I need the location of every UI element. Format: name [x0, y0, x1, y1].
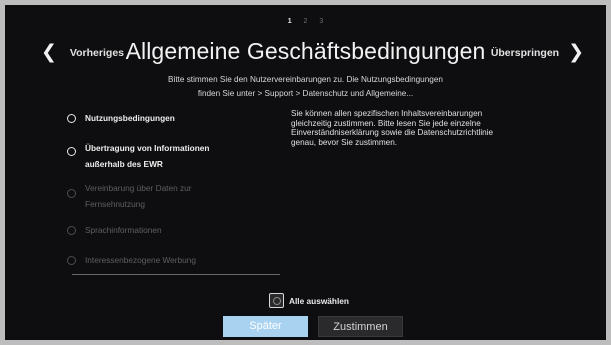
agreement-label-continued: außerhalb des EWR [85, 159, 163, 169]
page-indicator-3: 3 [319, 18, 324, 25]
skip-label: Überspringen [490, 46, 560, 59]
agreement-info-text: Sie können allen spezifischen Inhaltsver… [291, 109, 551, 147]
select-all-label: Alle auswählen [289, 295, 349, 306]
page-indicator-2: 2 [303, 18, 308, 25]
info-line-1: Sie können allen spezifischen Inhaltsver… [291, 109, 483, 118]
agreement-terms-of-use[interactable]: Nutzungsbedingungen [67, 113, 175, 126]
radio-icon [67, 226, 76, 235]
radio-icon [67, 256, 76, 265]
skip-button[interactable]: Überspringen ❯ [491, 43, 584, 62]
radio-icon [67, 114, 76, 123]
agree-button[interactable]: Zustimmen [318, 316, 403, 337]
agreement-label: Übertragung von Informationen [85, 143, 210, 153]
page-indicator: 1 2 3 [5, 18, 606, 25]
agreement-voice-information[interactable]: Sprachinformationen [67, 225, 162, 238]
subtitle-line-2: finden Sie unter > Support > Datenschutz… [197, 89, 414, 98]
select-all-checkbox[interactable]: Alle auswählen [269, 293, 349, 308]
page-indicator-1: 1 [287, 18, 292, 25]
radio-icon [67, 189, 76, 198]
subtitle-line-1: Bitte stimmen Sie den Nutzervereinbarung… [168, 75, 443, 84]
agreement-data-transfer-outside-eea[interactable]: Übertragung von Informationen außerhalb … [67, 143, 209, 172]
agreement-label: Sprachinformationen [85, 225, 162, 235]
agreement-label: Interessenbezogene Werbung [85, 255, 197, 265]
agreement-tv-usage-data[interactable]: Vereinbarung über Daten zur Fernsehnutzu… [67, 183, 192, 212]
info-line-4: genau, bevor Sie zustimmen. [291, 137, 398, 147]
agreement-label: Nutzungsbedingungen [85, 113, 175, 123]
radio-icon [67, 147, 76, 156]
list-divider [72, 274, 280, 275]
later-button[interactable]: Später [223, 316, 308, 337]
agreement-label-continued: Fernsehnutzung [85, 199, 145, 209]
info-line-3: Einverständniserklärung sowie die Datens… [291, 128, 494, 137]
checkbox-icon [269, 293, 284, 308]
agreement-label: Vereinbarung über Daten zur [85, 183, 192, 193]
agreement-interest-based-ads[interactable]: Interessenbezogene Werbung [67, 255, 196, 268]
tv-screen: 1 2 3 ❮ Vorheriges Allgemeine Geschäftsb… [5, 5, 606, 340]
info-line-2: gleichzeitig zustimmen. Bitte lesen Sie … [291, 118, 481, 128]
page-subtitle: Bitte stimmen Sie den Nutzervereinbarung… [5, 73, 606, 101]
chevron-right-icon: ❯ [568, 42, 584, 63]
